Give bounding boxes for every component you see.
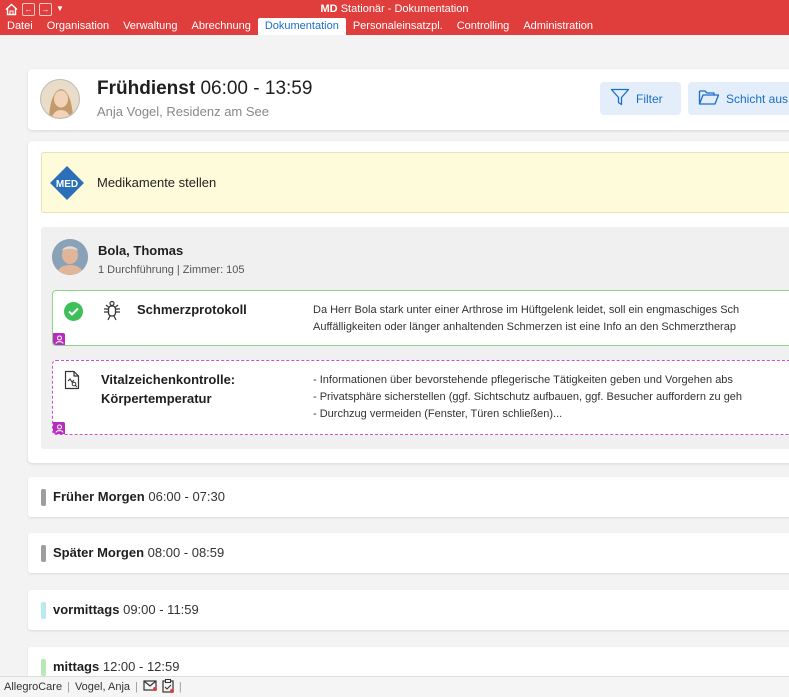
time-slot-label: mittags 12:00 - 12:59 — [53, 659, 179, 674]
avatar — [40, 79, 80, 119]
task-description-line: - Informationen über bevorstehende pfleg… — [313, 374, 733, 386]
shift-name: Frühdienst — [97, 78, 196, 99]
time-slot-time: 09:00 - 11:59 — [123, 602, 199, 617]
filter-button[interactable]: Filter — [600, 82, 681, 115]
task-list-card: MED Medikamente stellen Bola, Thomas 1 D… — [28, 141, 789, 463]
app-brand: MD — [320, 3, 338, 15]
status-separator: | — [178, 681, 182, 693]
mail-icon[interactable] — [143, 680, 157, 694]
shift-subtitle: Anja Vogel, Residenz am See — [97, 104, 269, 119]
menu-datei[interactable]: Datei — [0, 18, 40, 35]
task-description-line: Da Herr Bola stark unter einer Arthrose … — [313, 304, 740, 316]
menu-controlling[interactable]: Controlling — [450, 18, 517, 35]
schicht-button[interactable]: Schicht aus — [688, 82, 789, 115]
time-slot-label: Früher Morgen 06:00 - 07:30 — [53, 489, 225, 504]
time-slot-time: 12:00 - 12:59 — [102, 659, 180, 674]
time-slot-time: 06:00 - 07:30 — [148, 489, 225, 504]
filter-label: Filter — [636, 91, 663, 106]
time-slot-name: Früher Morgen — [53, 489, 145, 504]
task-description-line: Auffälligkeiten oder länger anhaltenden … — [313, 321, 736, 333]
time-slot-label: Später Morgen 08:00 - 08:59 — [53, 545, 224, 560]
shift-time: 06:00 - 13:59 — [200, 78, 313, 99]
task-description: - Informationen über bevorstehende pfleg… — [313, 372, 742, 423]
app-title-text: Stationär - Dokumentation — [340, 3, 469, 15]
app-title: MD Stationär - Dokumentation — [0, 3, 789, 15]
pain-icon — [102, 300, 122, 322]
task-title-line: Körpertemperatur — [101, 391, 212, 406]
filter-icon — [610, 88, 630, 109]
clipboard-icon[interactable] — [162, 678, 174, 696]
medication-banner[interactable]: MED Medikamente stellen — [41, 152, 789, 213]
schicht-label: Schicht aus — [726, 91, 789, 106]
person-icon — [53, 333, 65, 345]
time-slot-marker — [41, 602, 46, 619]
task-title: Schmerzprotokoll — [137, 302, 247, 317]
menu-abrechnung[interactable]: Abrechnung — [185, 18, 258, 35]
task-description: Da Herr Bola stark unter einer Arthrose … — [313, 302, 739, 336]
status-separator: | — [67, 681, 70, 693]
menu-bar: Datei Organisation Verwaltung Abrechnung… — [0, 18, 600, 35]
medication-label: Medikamente stellen — [97, 175, 217, 190]
time-slot-marker — [41, 545, 46, 562]
check-icon — [64, 302, 83, 321]
time-slot-marker — [41, 489, 46, 506]
task-title-line: Vitalzeichenkontrolle: — [101, 372, 236, 387]
resident-group: Bola, Thomas 1 Durchführung | Zimmer: 10… — [41, 227, 789, 449]
time-slot-frueher-morgen[interactable]: Früher Morgen 06:00 - 07:30 — [28, 477, 789, 517]
page-title: Frühdienst 06:00 - 13:59 — [97, 78, 312, 100]
time-slot-name: Später Morgen — [53, 545, 145, 560]
task-vitalzeichenkontrolle[interactable]: Vitalzeichenkontrolle: Körpertemperatur … — [52, 360, 789, 435]
status-bar: AllegroCare | Vogel, Anja | | — [0, 676, 789, 697]
title-bar-top: ← → ▼ MD Stationär - Dokumentation — [0, 0, 789, 18]
resident-subtitle: 1 Durchführung | Zimmer: 105 — [98, 264, 245, 276]
main-content: Frühdienst 06:00 - 13:59 Anja Vogel, Res… — [0, 35, 789, 676]
status-user: Vogel, Anja — [74, 681, 131, 693]
folder-icon — [698, 88, 720, 109]
time-slot-name: mittags — [53, 659, 100, 674]
med-icon: MED — [50, 166, 84, 200]
time-slot-time: 08:00 - 08:59 — [147, 545, 225, 560]
menu-personaleinsatzplanung[interactable]: Personaleinsatzpl. — [346, 18, 450, 35]
shift-header-card: Frühdienst 06:00 - 13:59 Anja Vogel, Res… — [28, 69, 789, 130]
person-icon — [53, 422, 65, 434]
task-description-line: - Privatsphäre sicherstellen (ggf. Sicht… — [313, 391, 743, 403]
time-slot-name: vormittags — [53, 602, 120, 617]
time-slot-marker — [41, 659, 46, 676]
task-schmerzprotokoll[interactable]: Schmerzprotokoll Da Herr Bola stark unte… — [52, 290, 789, 346]
time-slot-label: vormittags 09:00 - 11:59 — [53, 602, 199, 617]
status-separator: | — [135, 681, 138, 693]
resident-name[interactable]: Bola, Thomas — [98, 243, 183, 258]
time-slot-vormittags[interactable]: vormittags 09:00 - 11:59 — [28, 590, 789, 630]
document-chart-icon — [64, 370, 80, 390]
menu-administration[interactable]: Administration — [516, 18, 600, 35]
title-bar: ← → ▼ MD Stationär - Dokumentation Datei… — [0, 0, 789, 35]
med-icon-text: MED — [56, 179, 78, 190]
menu-verwaltung[interactable]: Verwaltung — [116, 18, 184, 35]
avatar — [52, 239, 88, 275]
menu-organisation[interactable]: Organisation — [40, 18, 116, 35]
time-slot-mittags[interactable]: mittags 12:00 - 12:59 — [28, 647, 789, 676]
task-description-line: - Durchzug vermeiden (Fenster, Türen sch… — [313, 408, 563, 420]
status-app-name: AllegroCare — [4, 681, 63, 693]
task-title: Vitalzeichenkontrolle: Körpertemperatur — [101, 370, 235, 408]
time-slot-spaeter-morgen[interactable]: Später Morgen 08:00 - 08:59 — [28, 533, 789, 573]
menu-dokumentation[interactable]: Dokumentation — [257, 18, 346, 35]
